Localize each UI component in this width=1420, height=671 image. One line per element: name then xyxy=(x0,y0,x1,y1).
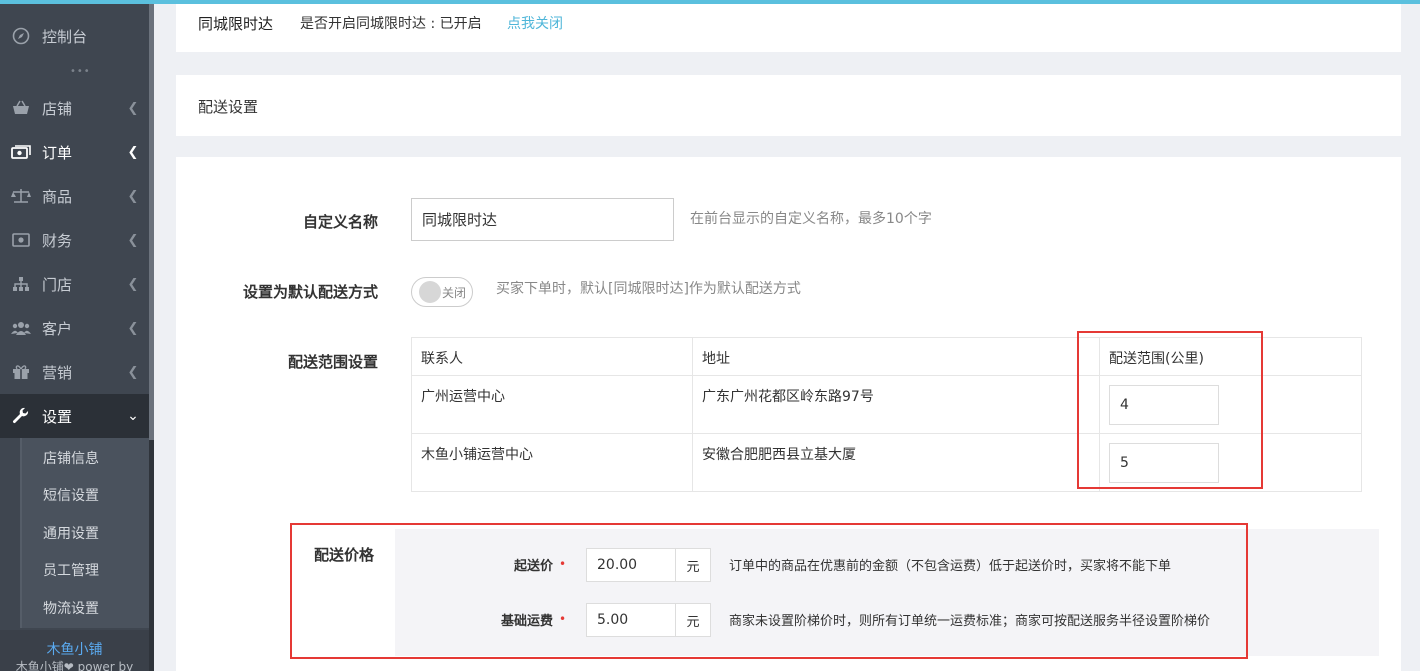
base-fee-input[interactable] xyxy=(586,603,676,637)
delivery-range-table: 联系人 地址 配送范围(公里) 广州运营中心 广东广州花都区岭东路97号 木鱼小… xyxy=(411,337,1362,492)
min-order-label: 起送价 xyxy=(513,559,553,574)
custom-name-input[interactable] xyxy=(411,198,674,241)
header-address: 地址 xyxy=(702,351,730,367)
sidebar-item-shop[interactable]: 店铺 ❮ xyxy=(0,86,149,130)
required-mark: • xyxy=(559,612,567,626)
submenu-item-logistics-settings[interactable]: 物流设置 xyxy=(43,598,99,618)
sidebar-item-label: 财务 xyxy=(42,231,73,250)
sidebar-item-label: 营销 xyxy=(42,363,73,382)
users-icon xyxy=(11,318,31,338)
sidebar-item-stores[interactable]: 门店 ❮ xyxy=(0,262,149,306)
submenu-item-sms-settings[interactable]: 短信设置 xyxy=(43,485,99,505)
feature-status-text: 是否开启同城限时达 : 已开启 xyxy=(300,16,482,32)
custom-name-help: 在前台显示的自定义名称，最多10个字 xyxy=(690,211,932,227)
chevron-left-icon: ❮ xyxy=(127,320,139,336)
table-row: 木鱼小铺运营中心 安徽合肥肥西县立基大厦 xyxy=(412,434,1361,491)
default-method-help: 买家下单时，默认[同城限时达]作为默认配送方式 xyxy=(496,281,801,297)
min-order-unit: 元 xyxy=(675,548,711,582)
submenu-item-shop-info[interactable]: 店铺信息 xyxy=(43,448,99,468)
min-order-help: 订单中的商品在优惠前的金额（不包含运费）低于起送价时，买家将不能下单 xyxy=(729,559,1172,574)
status-panel: 同城限时达 是否开启同城限时达 : 已开启 点我关闭 xyxy=(176,0,1401,52)
chevron-left-icon: ❮ xyxy=(127,364,139,380)
base-fee-label: 基础运费 xyxy=(500,614,553,629)
base-fee-help: 商家未设置阶梯价时，则所有订单统一运费标准；商家可按配送服务半径设置阶梯价 xyxy=(729,614,1211,629)
delivery-settings-form: 自定义名称 在前台显示的自定义名称，最多10个字 设置为默认配送方式 关闭 买家… xyxy=(176,157,1401,671)
sidebar-item-label: 订单 xyxy=(42,143,73,162)
chevron-left-icon: ❮ xyxy=(127,276,139,292)
row-contact: 广州运营中心 xyxy=(421,389,505,405)
section-header-panel: 配送设置 xyxy=(176,75,1401,136)
base-fee-unit: 元 xyxy=(675,603,711,637)
range-settings-label: 配送范围设置 xyxy=(287,353,378,371)
toggle-knob xyxy=(419,281,441,303)
row-address: 广东广州花都区岭东路97号 xyxy=(702,389,874,405)
table-header-row: 联系人 地址 配送范围(公里) xyxy=(412,338,1361,376)
table-row: 广州运营中心 广东广州花都区岭东路97号 xyxy=(412,376,1361,434)
submenu-item-staff-management[interactable]: 员工管理 xyxy=(43,560,99,580)
required-mark: • xyxy=(559,557,567,571)
submenu-item-general-settings[interactable]: 通用设置 xyxy=(43,523,99,543)
sidebar-item-dashboard[interactable]: 控制台 xyxy=(0,14,149,58)
money-icon xyxy=(11,142,31,162)
sitemap-icon xyxy=(11,274,31,294)
disable-feature-link[interactable]: 点我关闭 xyxy=(507,13,563,33)
gift-icon xyxy=(11,362,31,382)
chevron-left-icon: ❮ xyxy=(127,188,139,204)
sidebar-item-finance[interactable]: 财务 ❮ xyxy=(0,218,149,262)
sidebar-item-label: 客户 xyxy=(42,319,73,338)
range-km-input[interactable] xyxy=(1109,443,1219,483)
sidebar-item-products[interactable]: 商品 ❮ xyxy=(0,174,149,218)
feature-title: 同城限时达 xyxy=(198,15,274,33)
footer-brand-link[interactable]: 木鱼小铺 xyxy=(0,639,149,659)
footer-power-text: 木鱼小铺❤ power by xyxy=(15,660,134,671)
sidebar-item-marketing[interactable]: 营销 ❮ xyxy=(0,350,149,394)
sidebar: 控制台 ••• 店铺 ❮ 订单 ❮ 商品 ❮ 财务 ❮ 门店 ❮ 客户 ❮ 营销… xyxy=(0,0,154,671)
sidebar-item-settings[interactable]: 设置 ⌄ xyxy=(0,394,149,438)
sidebar-item-label: 控制台 xyxy=(42,27,88,46)
default-method-toggle[interactable]: 关闭 xyxy=(411,277,473,307)
range-km-input[interactable] xyxy=(1109,385,1219,425)
sidebar-scrollbar[interactable] xyxy=(149,0,154,671)
chevron-left-icon: ❮ xyxy=(127,100,139,116)
compass-icon xyxy=(11,26,31,46)
wrench-icon xyxy=(11,406,31,426)
top-accent-line xyxy=(0,0,1420,4)
sidebar-more-dots[interactable]: ••• xyxy=(70,66,91,77)
row-address: 安徽合肥肥西县立基大厦 xyxy=(702,447,856,463)
cash-icon xyxy=(11,230,31,250)
scale-icon xyxy=(11,186,31,206)
sidebar-item-orders[interactable]: 订单 ❮ xyxy=(0,130,149,174)
header-range-km: 配送范围(公里) xyxy=(1109,351,1204,367)
row-contact: 木鱼小铺运营中心 xyxy=(421,447,533,463)
price-section-title: 配送价格 xyxy=(314,546,375,564)
price-settings-block xyxy=(395,529,1379,656)
sidebar-item-label: 门店 xyxy=(42,275,73,294)
sidebar-footer: 木鱼小铺 木鱼小铺❤ power by xyxy=(0,630,149,671)
submenu-guide-line xyxy=(20,438,22,628)
chevron-left-icon: ❮ xyxy=(127,144,139,160)
chevron-left-icon: ❮ xyxy=(127,232,139,248)
chevron-down-icon: ⌄ xyxy=(127,408,139,424)
toggle-state-text: 关闭 xyxy=(442,286,467,300)
basket-icon xyxy=(11,98,31,118)
sidebar-item-label: 商品 xyxy=(42,187,73,206)
section-title: 配送设置 xyxy=(198,98,259,116)
default-method-label: 设置为默认配送方式 xyxy=(242,283,378,301)
custom-name-label: 自定义名称 xyxy=(302,213,378,231)
sidebar-item-label: 设置 xyxy=(42,407,73,426)
header-contact: 联系人 xyxy=(421,351,463,367)
sidebar-scroll-thumb[interactable] xyxy=(149,0,154,440)
min-order-input[interactable] xyxy=(586,548,676,582)
sidebar-item-label: 店铺 xyxy=(42,99,73,118)
sidebar-item-customers[interactable]: 客户 ❮ xyxy=(0,306,149,350)
